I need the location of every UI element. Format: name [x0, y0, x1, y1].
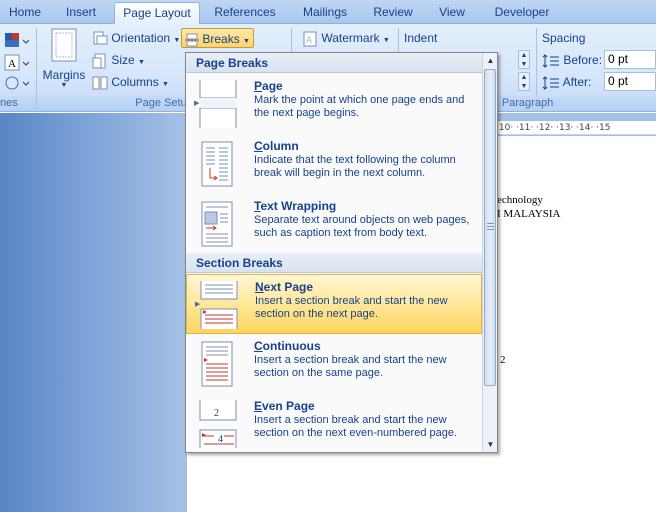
watermark-label: Watermark — [321, 31, 380, 45]
tab-insert[interactable]: Insert — [54, 2, 108, 24]
indent-spinner[interactable]: ▲ ▼ — [518, 72, 530, 91]
theme-effects-icon — [5, 76, 30, 90]
svg-text:A: A — [8, 58, 16, 70]
menu-item-title: Continuous — [254, 339, 321, 353]
tab-references[interactable]: References — [207, 2, 283, 24]
breaks-dropdown-menu: Page Breaks ▶ Page Mark the point at whi… — [185, 52, 498, 453]
themes-group-label: nes — [0, 96, 36, 111]
theme-fonts-button[interactable]: A — [4, 54, 30, 72]
menu-item-text-wrapping-break[interactable]: Text Wrapping Separate text around objec… — [186, 194, 482, 254]
breaks-label: Breaks — [202, 32, 240, 46]
menu-item-title: Next Page — [255, 280, 314, 294]
spacing-before-icon — [542, 54, 559, 68]
document-text-line: I MALAYSIA — [497, 208, 561, 220]
scroll-down-icon[interactable]: ▼ — [483, 437, 497, 452]
columns-button[interactable]: Columns ▼ — [92, 72, 169, 92]
svg-text:A: A — [306, 35, 312, 45]
menu-item-description: Mark the point at which one page ends an… — [254, 94, 465, 119]
columns-label: Columns — [111, 75, 159, 89]
orientation-label: Orientation — [111, 31, 171, 45]
size-icon — [92, 53, 106, 69]
orientation-icon — [93, 31, 108, 45]
menu-item-even-page-break[interactable]: 2 4 Even Page Insert a section break and… — [186, 394, 482, 452]
breaks-button[interactable]: Breaks ▼ — [181, 28, 254, 48]
page-break-icon — [199, 80, 237, 128]
menu-item-title: Page — [254, 79, 283, 93]
spacing-after-label: After: — [542, 72, 591, 92]
margins-label: Margins — [42, 68, 86, 82]
menu-item-description: Insert a section break and start the new… — [254, 414, 458, 439]
document-text-line: echnology — [497, 194, 543, 206]
even-page-break-icon: 2 4 — [199, 400, 237, 448]
margins-button[interactable]: Margins ▼ — [42, 28, 86, 94]
chevron-down-icon: ▼ — [243, 38, 250, 45]
grip-icon — [487, 223, 494, 224]
continuous-break-icon — [201, 341, 233, 387]
spacing-before-label: Before: — [542, 50, 602, 70]
next-page-break-icon — [200, 281, 238, 329]
menu-item-description: Insert a section break and start the new… — [254, 354, 447, 379]
menu-item-column-break[interactable]: Column Indicate that the text following … — [186, 134, 482, 194]
spacing-after-input[interactable]: 0 pt — [604, 72, 656, 91]
even-page-thumb-number: 2 — [214, 408, 219, 419]
menu-item-description: Separate text around objects on web page… — [254, 214, 470, 239]
tab-view[interactable]: View — [428, 2, 476, 24]
size-button[interactable]: Size ▼ — [92, 50, 145, 70]
indent-label: Indent — [404, 31, 438, 45]
tab-mailings[interactable]: Mailings — [292, 2, 358, 24]
chevron-down-icon: ▼ — [60, 82, 68, 89]
breaks-icon — [185, 33, 199, 47]
menu-item-page-break[interactable]: ▶ Page Mark the point at which one page … — [186, 74, 482, 134]
theme-fonts-icon: A — [4, 54, 30, 71]
ribbon-tab-bar: Home Insert Page Layout References Maili… — [0, 0, 656, 25]
watermark-icon: A — [303, 31, 317, 47]
menu-item-title: Even Page — [254, 399, 315, 413]
tab-review[interactable]: Review — [366, 2, 420, 24]
menu-item-description: Indicate that the text following the col… — [254, 154, 456, 179]
theme-colors-button[interactable] — [4, 32, 30, 50]
chevron-down-icon: ▼ — [138, 59, 145, 66]
theme-colors-icon — [5, 33, 30, 47]
menu-item-description: Insert a section break and start the new… — [255, 295, 448, 320]
indent-spinner[interactable]: ▲ ▼ — [518, 50, 530, 69]
menu-item-title: Text Wrapping — [254, 199, 337, 213]
watermark-button[interactable]: A Watermark ▼ — [302, 28, 390, 48]
spacing-label: Spacing — [542, 31, 586, 45]
chevron-down-icon: ▼ — [382, 37, 390, 44]
menu-item-continuous-break[interactable]: Continuous Insert a section break and st… — [186, 334, 482, 394]
spacing-after-icon — [542, 76, 559, 90]
tab-page-layout[interactable]: Page Layout — [114, 2, 200, 25]
tab-home[interactable]: Home — [0, 2, 50, 24]
text-wrapping-icon — [201, 201, 233, 247]
grip-icon — [487, 226, 494, 227]
columns-icon — [92, 76, 108, 90]
tab-developer[interactable]: Developer — [488, 2, 556, 24]
section-breaks-header: Section Breaks — [186, 253, 482, 273]
menu-item-next-page-break[interactable]: ▶ Next Page Insert a section break and s… — [186, 274, 482, 334]
even-page-thumb-number: 4 — [218, 434, 223, 445]
page-breaks-header: Page Breaks — [186, 53, 482, 73]
size-label: Size — [111, 53, 135, 67]
menu-scrollbar[interactable]: ▲ ▼ — [482, 53, 497, 452]
grip-icon — [487, 229, 494, 230]
document-text-line: 2 — [500, 354, 506, 366]
orientation-button[interactable]: Orientation ▼ — [92, 28, 180, 48]
chevron-down-icon: ▼ — [173, 37, 181, 44]
margins-icon — [51, 28, 77, 62]
menu-item-title: Column — [254, 139, 299, 153]
column-break-icon — [201, 141, 233, 187]
scrollbar-thumb[interactable] — [484, 69, 496, 386]
spacing-before-input[interactable]: 0 pt — [604, 50, 656, 69]
scroll-up-icon[interactable]: ▲ — [483, 53, 497, 68]
chevron-down-icon: ▼ — [162, 81, 169, 88]
theme-effects-button[interactable] — [4, 74, 30, 92]
